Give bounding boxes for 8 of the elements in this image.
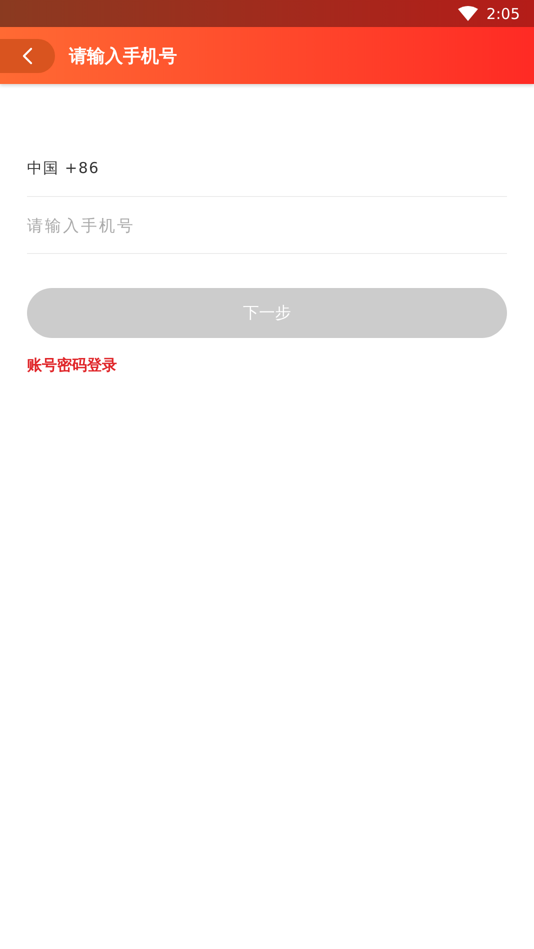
country-code[interactable]: 中国 +86 xyxy=(27,158,100,178)
wifi-icon xyxy=(458,6,478,22)
password-login-link[interactable]: 账号密码登录 xyxy=(27,356,117,375)
status-time: 2:05 xyxy=(486,4,520,22)
page-title: 请输入手机号 xyxy=(69,44,177,68)
back-icon xyxy=(22,46,33,64)
phone-input-field[interactable]: 请输入手机号 xyxy=(27,216,507,234)
back-button[interactable] xyxy=(0,38,55,72)
